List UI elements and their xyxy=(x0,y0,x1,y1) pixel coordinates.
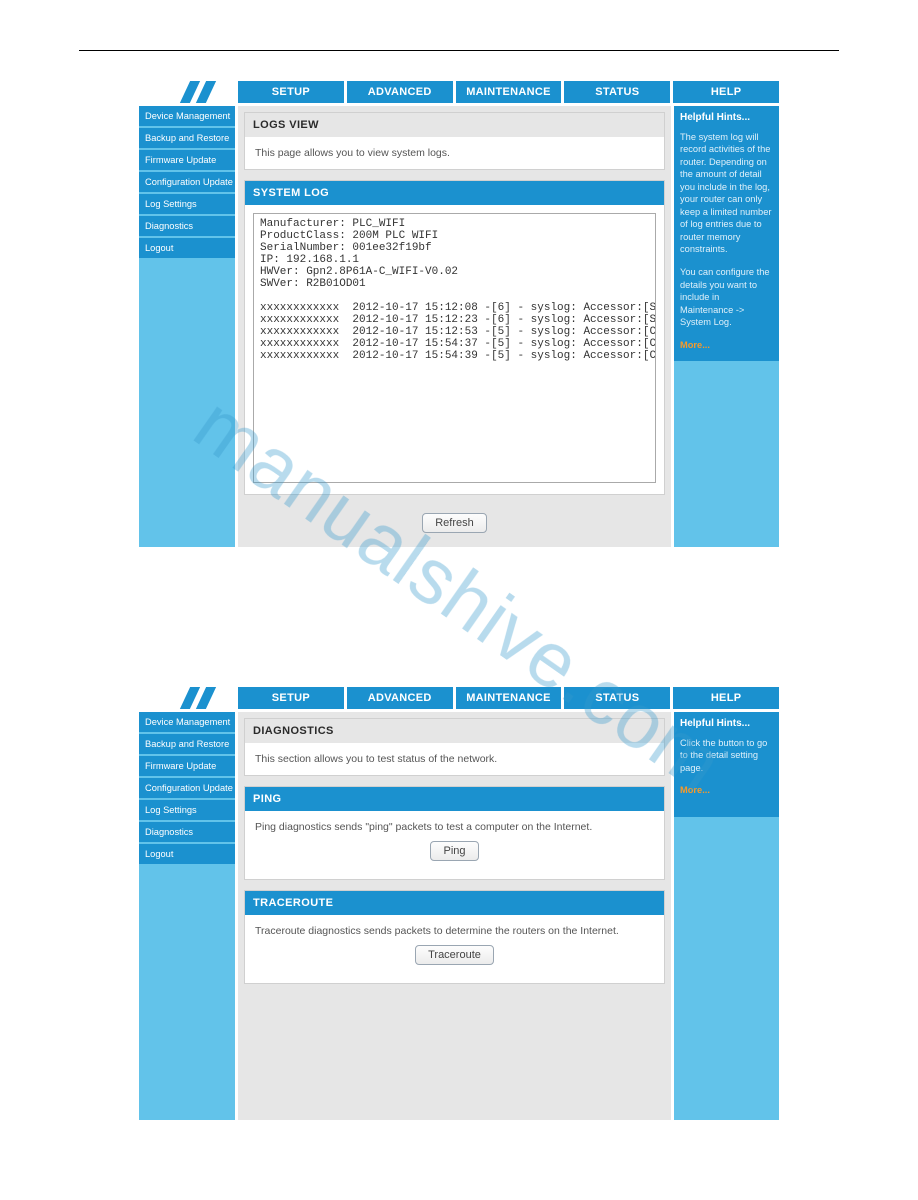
sidebar-item-firmware-update[interactable]: Firmware Update xyxy=(139,756,235,776)
hints-text-1: Click the button to go to the detail set… xyxy=(680,737,773,775)
sidebar-item-device-management[interactable]: Device Management xyxy=(139,106,235,126)
refresh-button[interactable]: Refresh xyxy=(422,513,487,533)
system-log-textarea[interactable] xyxy=(253,213,656,483)
sidebar-item-log-settings[interactable]: Log Settings xyxy=(139,194,235,214)
traceroute-heading: TRACEROUTE xyxy=(245,891,664,915)
tab-advanced[interactable]: ADVANCED xyxy=(347,81,453,103)
traceroute-description: Traceroute diagnostics sends packets to … xyxy=(255,925,654,937)
tab-maintenance[interactable]: MAINTENANCE xyxy=(456,81,562,103)
ping-description: Ping diagnostics sends "ping" packets to… xyxy=(255,821,654,833)
sidebar: Device Management Backup and Restore Fir… xyxy=(139,712,235,1120)
brand-stripes xyxy=(139,687,235,709)
sidebar-item-diagnostics[interactable]: Diagnostics xyxy=(139,216,235,236)
sidebar-item-diagnostics[interactable]: Diagnostics xyxy=(139,822,235,842)
hints-title: Helpful Hints... xyxy=(680,111,773,125)
sidebar-item-configuration-update[interactable]: Configuration Update xyxy=(139,172,235,192)
sidebar-item-backup-restore[interactable]: Backup and Restore xyxy=(139,128,235,148)
tab-status[interactable]: STATUS xyxy=(564,81,670,103)
sidebar-item-log-settings[interactable]: Log Settings xyxy=(139,800,235,820)
traceroute-button[interactable]: Traceroute xyxy=(415,945,494,965)
tab-advanced[interactable]: ADVANCED xyxy=(347,687,453,709)
sidebar-item-firmware-update[interactable]: Firmware Update xyxy=(139,150,235,170)
main-content: DIAGNOSTICS This section allows you to t… xyxy=(238,712,671,1120)
sidebar-item-backup-restore[interactable]: Backup and Restore xyxy=(139,734,235,754)
page-top-rule xyxy=(79,50,839,51)
hints-text-1: The system log will record activities of… xyxy=(680,131,773,256)
helpful-hints-panel: Helpful Hints... Click the button to go … xyxy=(674,712,779,817)
logs-view-screenshot: SETUP ADVANCED MAINTENANCE STATUS HELP D… xyxy=(139,81,779,547)
diagnostics-screenshot: SETUP ADVANCED MAINTENANCE STATUS HELP D… xyxy=(139,687,779,1120)
hints-text-2: You can configure the details you want t… xyxy=(680,266,773,329)
sidebar-item-logout[interactable]: Logout xyxy=(139,238,235,258)
system-log-heading: SYSTEM LOG xyxy=(245,181,664,205)
diagnostics-description: This section allows you to test status o… xyxy=(245,743,664,775)
ping-button[interactable]: Ping xyxy=(430,841,478,861)
sidebar-item-configuration-update[interactable]: Configuration Update xyxy=(139,778,235,798)
tab-help[interactable]: HELP xyxy=(673,687,779,709)
hints-more-link[interactable]: More... xyxy=(680,339,773,352)
diagnostics-heading: DIAGNOSTICS xyxy=(245,719,664,743)
tab-setup[interactable]: SETUP xyxy=(238,687,344,709)
main-tabs: SETUP ADVANCED MAINTENANCE STATUS HELP xyxy=(238,687,779,709)
ping-heading: PING xyxy=(245,787,664,811)
tab-setup[interactable]: SETUP xyxy=(238,81,344,103)
brand-stripes xyxy=(139,81,235,103)
hints-title: Helpful Hints... xyxy=(680,717,773,731)
sidebar-item-logout[interactable]: Logout xyxy=(139,844,235,864)
hints-more-link[interactable]: More... xyxy=(680,784,773,797)
logs-view-heading: LOGS VIEW xyxy=(245,113,664,137)
sidebar-item-device-management[interactable]: Device Management xyxy=(139,712,235,732)
main-content: LOGS VIEW This page allows you to view s… xyxy=(238,106,671,547)
helpful-hints-panel: Helpful Hints... The system log will rec… xyxy=(674,106,779,361)
tab-status[interactable]: STATUS xyxy=(564,687,670,709)
tab-maintenance[interactable]: MAINTENANCE xyxy=(456,687,562,709)
main-tabs: SETUP ADVANCED MAINTENANCE STATUS HELP xyxy=(238,81,779,103)
sidebar: Device Management Backup and Restore Fir… xyxy=(139,106,235,547)
tab-help[interactable]: HELP xyxy=(673,81,779,103)
logs-view-description: This page allows you to view system logs… xyxy=(245,137,664,169)
